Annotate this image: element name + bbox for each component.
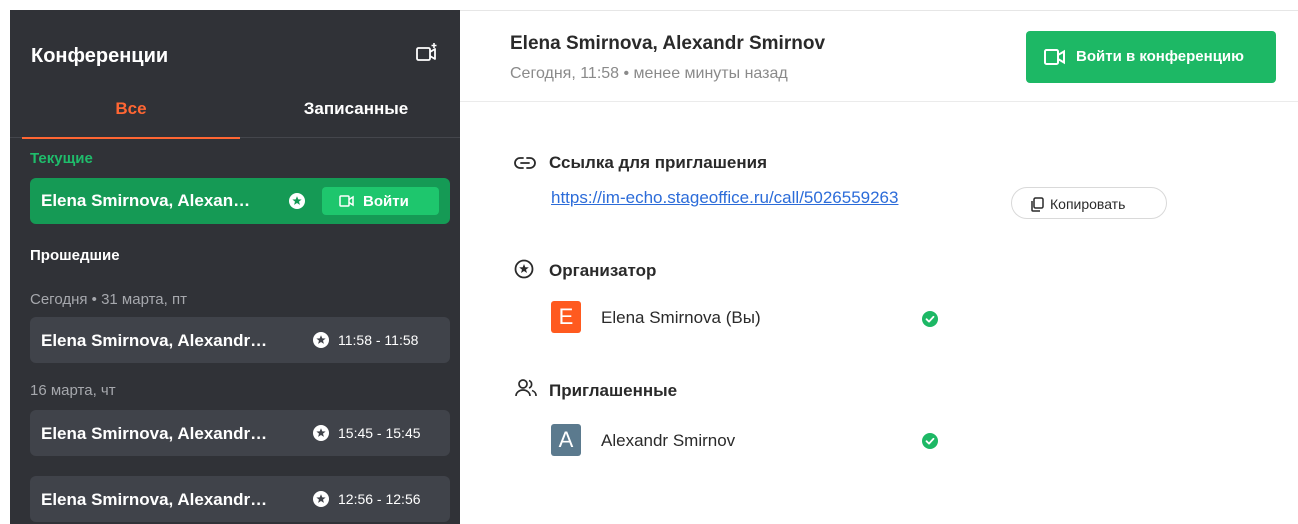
active-tab-indicator (22, 137, 240, 139)
past-conference-item[interactable]: Elena Smirnova, Alexandr… 15:45 - 15:45 (30, 410, 450, 456)
new-conference-button[interactable] (415, 42, 439, 66)
check-circle-icon (922, 433, 938, 449)
join-current-button[interactable]: Войти (322, 187, 439, 215)
conference-details: Elena Smirnova, Alexandr Smirnov Сегодня… (460, 10, 1298, 524)
tab-recorded[interactable]: Записанные (252, 94, 460, 138)
date-group-label: 16 марта, чт (30, 382, 116, 399)
conference-time: 15:45 - 15:45 (338, 425, 421, 441)
sidebar: Конференции Все Записанные Текущие Elena… (10, 10, 460, 524)
conference-title: Elena Smirnova, Alexandr Smirnov (510, 33, 826, 54)
past-section-title: Прошедшие (30, 247, 120, 264)
copy-icon (1031, 197, 1044, 212)
current-section-title: Текущие (30, 150, 93, 167)
star-circle-icon (514, 259, 534, 279)
avatar: A (551, 424, 581, 456)
sidebar-tabs: Все Записанные (10, 94, 460, 139)
invited-section-title: Приглашенные (549, 381, 678, 400)
invite-section-title: Ссылка для приглашения (549, 153, 768, 172)
conference-time: 12:56 - 12:56 (338, 491, 421, 507)
video-icon (339, 195, 354, 207)
conference-name: Elena Smirnova, Alexan… (41, 191, 251, 210)
invite-link[interactable]: https://im-echo.stageoffice.ru/call/5026… (551, 188, 898, 208)
past-conference-item[interactable]: Elena Smirnova, Alexandr… 12:56 - 12:56 (30, 476, 450, 522)
link-icon (514, 157, 536, 169)
star-icon (289, 193, 305, 209)
conference-name: Elena Smirnova, Alexandr… (41, 331, 268, 350)
conference-subtitle: Сегодня, 11:58 • менее минуты назад (510, 65, 788, 82)
past-conference-item[interactable]: Elena Smirnova, Alexandr… 11:58 - 11:58 (30, 317, 450, 363)
avatar: E (551, 301, 581, 333)
organizer-name: Elena Smirnova (Вы) (601, 308, 761, 327)
copy-link-label: Копировать (1050, 196, 1126, 212)
organizer-section-title: Организатор (549, 261, 657, 280)
tab-all-label: Все (115, 99, 147, 118)
check-circle-icon (922, 311, 938, 327)
date-group-label: Сегодня • 31 марта, пт (30, 291, 187, 308)
join-conference-label: Войти в конференцию (1076, 48, 1244, 65)
star-icon (313, 332, 329, 348)
conference-name: Elena Smirnova, Alexandr… (41, 490, 268, 509)
copy-link-button[interactable]: Копировать (1011, 187, 1167, 219)
join-conference-button[interactable]: Войти в конференцию (1026, 31, 1276, 83)
tab-all[interactable]: Все (22, 94, 240, 139)
sidebar-title: Конференции (31, 45, 169, 67)
video-icon (1044, 49, 1065, 65)
conference-time: 11:58 - 11:58 (338, 332, 419, 348)
current-conference-item[interactable]: Elena Smirnova, Alexan… Войти (30, 178, 450, 224)
join-current-label: Войти (363, 193, 409, 210)
conference-name: Elena Smirnova, Alexandr… (41, 424, 268, 443)
video-plus-icon (416, 43, 437, 61)
app-window: Конференции Все Записанные Текущие Elena… (0, 0, 1298, 524)
header-divider (460, 101, 1298, 102)
star-icon (313, 425, 329, 441)
users-icon (515, 379, 537, 397)
sidebar-header: Конференции (10, 10, 460, 90)
invited-name: Alexandr Smirnov (601, 431, 736, 450)
star-icon (313, 491, 329, 507)
tab-recorded-label: Записанные (303, 99, 409, 118)
